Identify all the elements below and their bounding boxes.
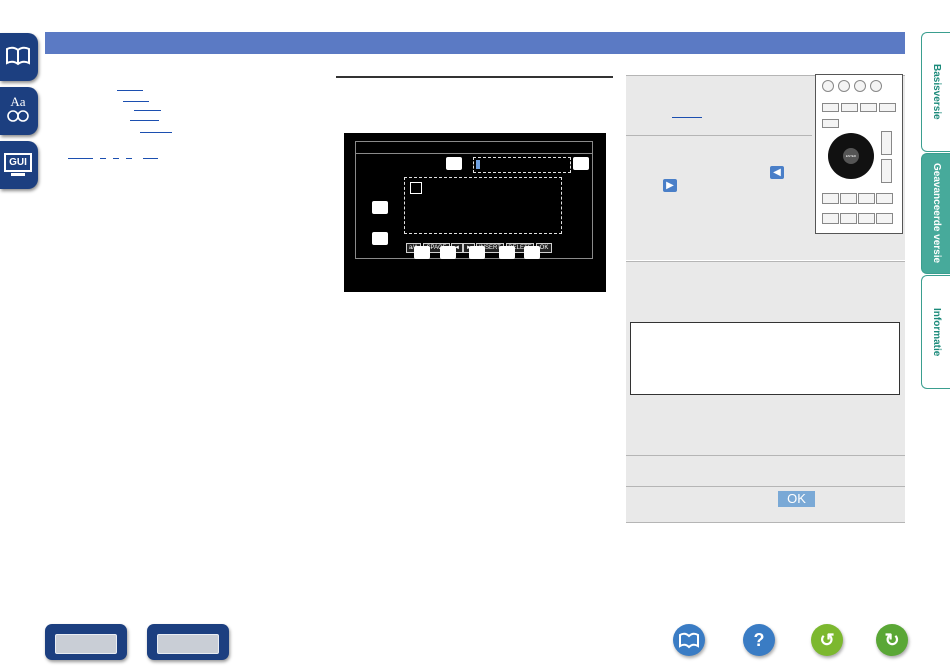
contents-nav-button[interactable] — [0, 33, 38, 81]
page-reference-link[interactable] — [672, 117, 702, 118]
gui-icon-text: GUI — [4, 153, 32, 172]
contents-button[interactable] — [673, 624, 705, 656]
page-reference-link[interactable] — [143, 158, 158, 159]
remote-button — [881, 159, 892, 183]
numbered-callout-icon — [499, 246, 515, 259]
receiver-rear-panel-icon — [157, 634, 219, 654]
page-reference-link[interactable] — [126, 158, 132, 159]
back-button[interactable]: ↺ — [811, 624, 843, 656]
forward-button[interactable]: ↻ — [876, 624, 908, 656]
rear-panel-button[interactable] — [147, 624, 229, 660]
remote-button — [860, 103, 877, 112]
page-reference-link[interactable] — [140, 132, 172, 133]
numbered-callout-icon — [372, 232, 388, 245]
note-box — [630, 322, 900, 395]
numbered-callout-icon — [469, 246, 485, 259]
front-panel-button[interactable] — [45, 624, 127, 660]
remote-button — [876, 193, 893, 204]
step-divider — [626, 455, 905, 456]
cross-reference-list — [60, 88, 172, 163]
remote-button — [838, 80, 850, 92]
remote-button — [822, 80, 834, 92]
help-button[interactable]: ? — [743, 624, 775, 656]
remote-button — [840, 213, 857, 224]
page-header-bar — [45, 32, 905, 54]
text-cursor — [476, 160, 480, 169]
page-reference-link[interactable] — [113, 158, 119, 159]
tab-geavanceerde-versie[interactable]: Geavanceerde versie — [921, 153, 950, 274]
remote-button — [840, 193, 857, 204]
character-input-screen: a/A SPACE ◄ ► INSERT DELETE OK — [344, 133, 606, 292]
help-question-icon: ? — [753, 630, 765, 650]
numbered-callout-icon — [573, 157, 589, 170]
remote-enter-button: ENTER — [843, 148, 859, 164]
ok-label: OK — [787, 491, 806, 506]
remote-button — [854, 80, 866, 92]
receiver-front-panel-icon — [55, 634, 117, 654]
numbered-callout-icon — [524, 246, 540, 259]
remote-button — [841, 103, 858, 112]
keyboard-area-outline — [404, 177, 562, 234]
tab-basisversie[interactable]: Basisversie — [921, 32, 950, 152]
left-arrow-button-icon: ◀ — [770, 166, 784, 179]
glossary-aa-text: Aa — [10, 94, 26, 109]
remote-button — [876, 213, 893, 224]
remote-button — [822, 103, 839, 112]
remote-button — [881, 131, 892, 155]
page-reference-link[interactable] — [130, 120, 159, 121]
input-field-outline — [473, 157, 571, 173]
page-reference-link[interactable] — [68, 158, 93, 159]
remote-button — [858, 193, 875, 204]
glossary-nav-button[interactable]: Aa — [0, 87, 38, 135]
right-arrow-button-icon: ▶ — [663, 179, 677, 192]
remote-button — [879, 103, 896, 112]
remote-button — [822, 193, 839, 204]
numbered-callout-icon — [440, 246, 456, 259]
page-reference-link[interactable] — [123, 101, 149, 102]
remote-button — [822, 119, 839, 128]
step-divider — [626, 486, 905, 487]
book-contents-icon — [679, 632, 699, 649]
numbered-callout-icon — [372, 201, 388, 214]
character-selector — [410, 182, 422, 194]
tab-informatie[interactable]: Informatie — [921, 275, 950, 389]
forward-arrow-icon: ↻ — [884, 630, 900, 650]
back-arrow-icon: ↺ — [819, 630, 835, 650]
osd-frame: a/A SPACE ◄ ► INSERT DELETE OK — [355, 141, 593, 259]
gui-icon: GUI — [3, 149, 33, 179]
page-reference-link[interactable] — [117, 90, 143, 91]
remote-button — [870, 80, 882, 92]
numbered-callout-icon — [414, 246, 430, 259]
gui-nav-button[interactable]: GUI — [0, 141, 38, 189]
page-reference-link[interactable] — [100, 158, 106, 159]
ok-button-graphic: OK — [778, 491, 815, 507]
remote-button — [822, 213, 839, 224]
numbered-callout-icon — [446, 157, 462, 170]
remote-button — [858, 213, 875, 224]
step-divider — [626, 135, 812, 136]
remote-dpad: ENTER — [828, 133, 874, 179]
section-heading-rule — [336, 76, 613, 78]
step-divider — [626, 522, 905, 523]
osd-title-divider — [356, 153, 592, 154]
page-reference-link[interactable] — [134, 110, 161, 111]
glossary-aa-icon: Aa — [3, 95, 33, 125]
remote-control-illustration: ENTER — [815, 74, 903, 234]
book-contents-icon — [3, 41, 33, 71]
